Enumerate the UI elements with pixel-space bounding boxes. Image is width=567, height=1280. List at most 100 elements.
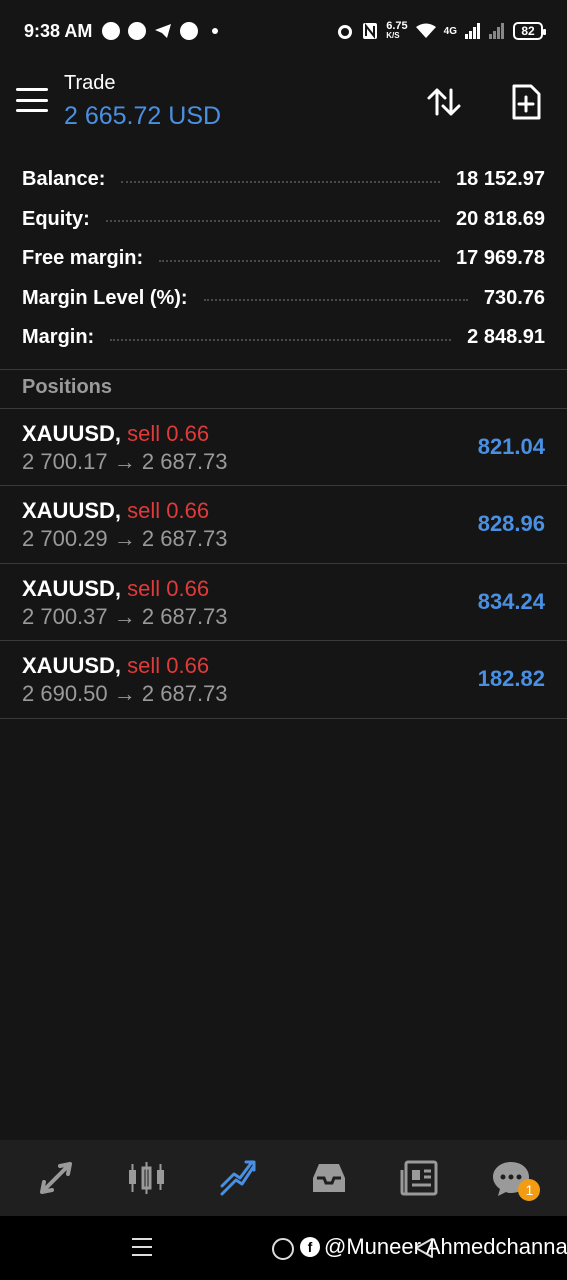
position-row[interactable]: XAUUSD, sell 0.66 2 690.50 → 2 687.73 18… <box>0 641 567 719</box>
more-notifications-dot <box>212 28 219 34</box>
summary-label: Margin Level (%): <box>22 286 188 309</box>
position-side: sell 0.66 <box>127 653 210 679</box>
summary-row-margin: Margin: 2 848.91 <box>0 318 567 358</box>
menu-button[interactable] <box>16 88 48 112</box>
position-title: XAUUSD, sell 0.66 <box>22 576 209 602</box>
arrow: → <box>113 603 136 629</box>
position-prices: 2 700.29 → 2 687.73 <box>22 526 228 552</box>
summary-label: Balance: <box>22 168 106 191</box>
menu-icon-line <box>16 109 48 112</box>
recents-icon-line <box>132 1238 152 1240</box>
summary-value: 18 152.97 <box>456 168 545 191</box>
telegram-icon <box>102 22 121 40</box>
nfc-icon <box>363 23 378 39</box>
position-symbol: XAUUSD, <box>22 421 122 446</box>
dotted-leader <box>203 299 468 302</box>
summary-label: Free margin: <box>22 247 144 270</box>
dotted-leader <box>159 259 441 262</box>
new-order-button[interactable] <box>506 82 546 122</box>
summary-label: Margin: <box>22 326 95 349</box>
position-title: XAUUSD, sell 0.66 <box>22 653 209 679</box>
arrow: → <box>113 526 136 552</box>
position-title: XAUUSD, sell 0.66 <box>22 498 209 524</box>
dotted-leader <box>121 180 441 183</box>
position-side: sell 0.66 <box>127 498 210 524</box>
signal-icon <box>465 23 480 39</box>
position-row[interactable]: XAUUSD, sell 0.66 2 700.29 → 2 687.73 82… <box>0 486 567 564</box>
notification-icons <box>102 22 219 40</box>
nav-history[interactable] <box>304 1153 354 1203</box>
summary-value: 20 818.69 <box>456 207 545 230</box>
threads-icon <box>180 22 199 40</box>
wifi-icon <box>415 23 436 38</box>
position-row[interactable]: XAUUSD, sell 0.66 2 700.17 → 2 687.73 82… <box>0 409 567 487</box>
nav-quotes[interactable] <box>31 1153 81 1203</box>
position-symbol: XAUUSD, <box>22 575 122 601</box>
quotes-icon <box>39 1162 72 1194</box>
new-document-icon <box>512 84 541 120</box>
recents-button[interactable] <box>132 1238 152 1256</box>
watermark: f @Muneer Ahmedchanna <box>300 1234 567 1260</box>
summary-row-balance: Balance: 18 152.97 <box>0 160 567 200</box>
position-title: XAUUSD, sell 0.66 <box>22 421 209 447</box>
menu-icon-line <box>16 88 48 91</box>
page-title: Trade <box>64 72 116 94</box>
sort-icon <box>427 88 461 116</box>
news-icon <box>400 1160 438 1196</box>
summary-value: 730.76 <box>483 286 545 309</box>
positions-header: Positions <box>22 376 113 398</box>
open-price: 2 700.17 <box>22 449 108 474</box>
position-profit: 834.24 <box>477 588 545 614</box>
sort-button[interactable] <box>424 82 464 122</box>
divider <box>0 369 567 370</box>
summary-row-margin-level: Margin Level (%): 730.76 <box>0 279 567 319</box>
menu-icon-line <box>16 98 48 102</box>
status-time: 9:38 AM <box>24 20 93 41</box>
summary-value: 2 848.91 <box>467 326 545 349</box>
position-row[interactable]: XAUUSD, sell 0.66 2 700.37 → 2 687.73 83… <box>0 564 567 642</box>
open-price: 2 690.50 <box>22 681 108 707</box>
dotted-leader <box>110 338 452 341</box>
messages-badge: 1 <box>518 1179 541 1201</box>
summary-row-equity: Equity: 20 818.69 <box>0 200 567 240</box>
open-price: 2 700.37 <box>22 603 108 629</box>
summary-label: Equity: <box>22 207 90 230</box>
network-type: 4G <box>443 25 457 37</box>
position-symbol: XAUUSD, <box>22 498 122 524</box>
position-profit: 821.04 <box>477 434 545 459</box>
profit-total: 2 665.72 USD <box>64 102 222 130</box>
current-price: 2 687.73 <box>141 603 228 629</box>
position-prices: 2 690.50 → 2 687.73 <box>22 681 228 707</box>
summary-value: 17 969.78 <box>456 247 545 270</box>
open-price: 2 700.29 <box>22 526 108 552</box>
system-navigation-bar: f @Muneer Ahmedchanna <box>0 1216 567 1280</box>
facebook-icon: f <box>300 1237 320 1257</box>
watermark-text: @Muneer Ahmedchanna <box>324 1234 567 1259</box>
position-side: sell 0.66 <box>127 421 210 446</box>
position-profit: 182.82 <box>477 666 545 692</box>
position-symbol: XAUUSD, <box>22 653 122 679</box>
account-summary: Balance: 18 152.97 Equity: 20 818.69 Fre… <box>0 160 567 358</box>
positions-list: XAUUSD, sell 0.66 2 700.17 → 2 687.73 82… <box>0 409 567 719</box>
telegram-send-icon <box>155 24 172 38</box>
summary-row-free-margin: Free margin: 17 969.78 <box>0 239 567 279</box>
position-prices: 2 700.17 → 2 687.73 <box>22 449 228 475</box>
nav-messages[interactable]: 1 <box>486 1153 541 1203</box>
alarm-icon <box>338 25 353 39</box>
bottom-navigation: 1 <box>0 1140 567 1216</box>
current-price: 2 687.73 <box>141 681 228 707</box>
nav-news[interactable] <box>395 1153 445 1203</box>
signal-2-icon <box>489 23 504 39</box>
home-button[interactable] <box>272 1238 294 1260</box>
position-side: sell 0.66 <box>127 575 210 601</box>
app-toolbar: Trade 2 665.72 USD <box>0 62 567 142</box>
recents-icon-line <box>132 1246 152 1248</box>
network-speed: 6.75 K/S <box>386 20 408 41</box>
position-profit: 828.96 <box>477 511 545 537</box>
arrow: → <box>113 681 136 707</box>
position-prices: 2 700.37 → 2 687.73 <box>22 604 228 630</box>
current-price: 2 687.73 <box>141 449 228 474</box>
nav-chart[interactable] <box>122 1153 172 1203</box>
system-status: 6.75 K/S 4G 82 <box>336 20 546 41</box>
nav-trade[interactable] <box>213 1153 263 1203</box>
